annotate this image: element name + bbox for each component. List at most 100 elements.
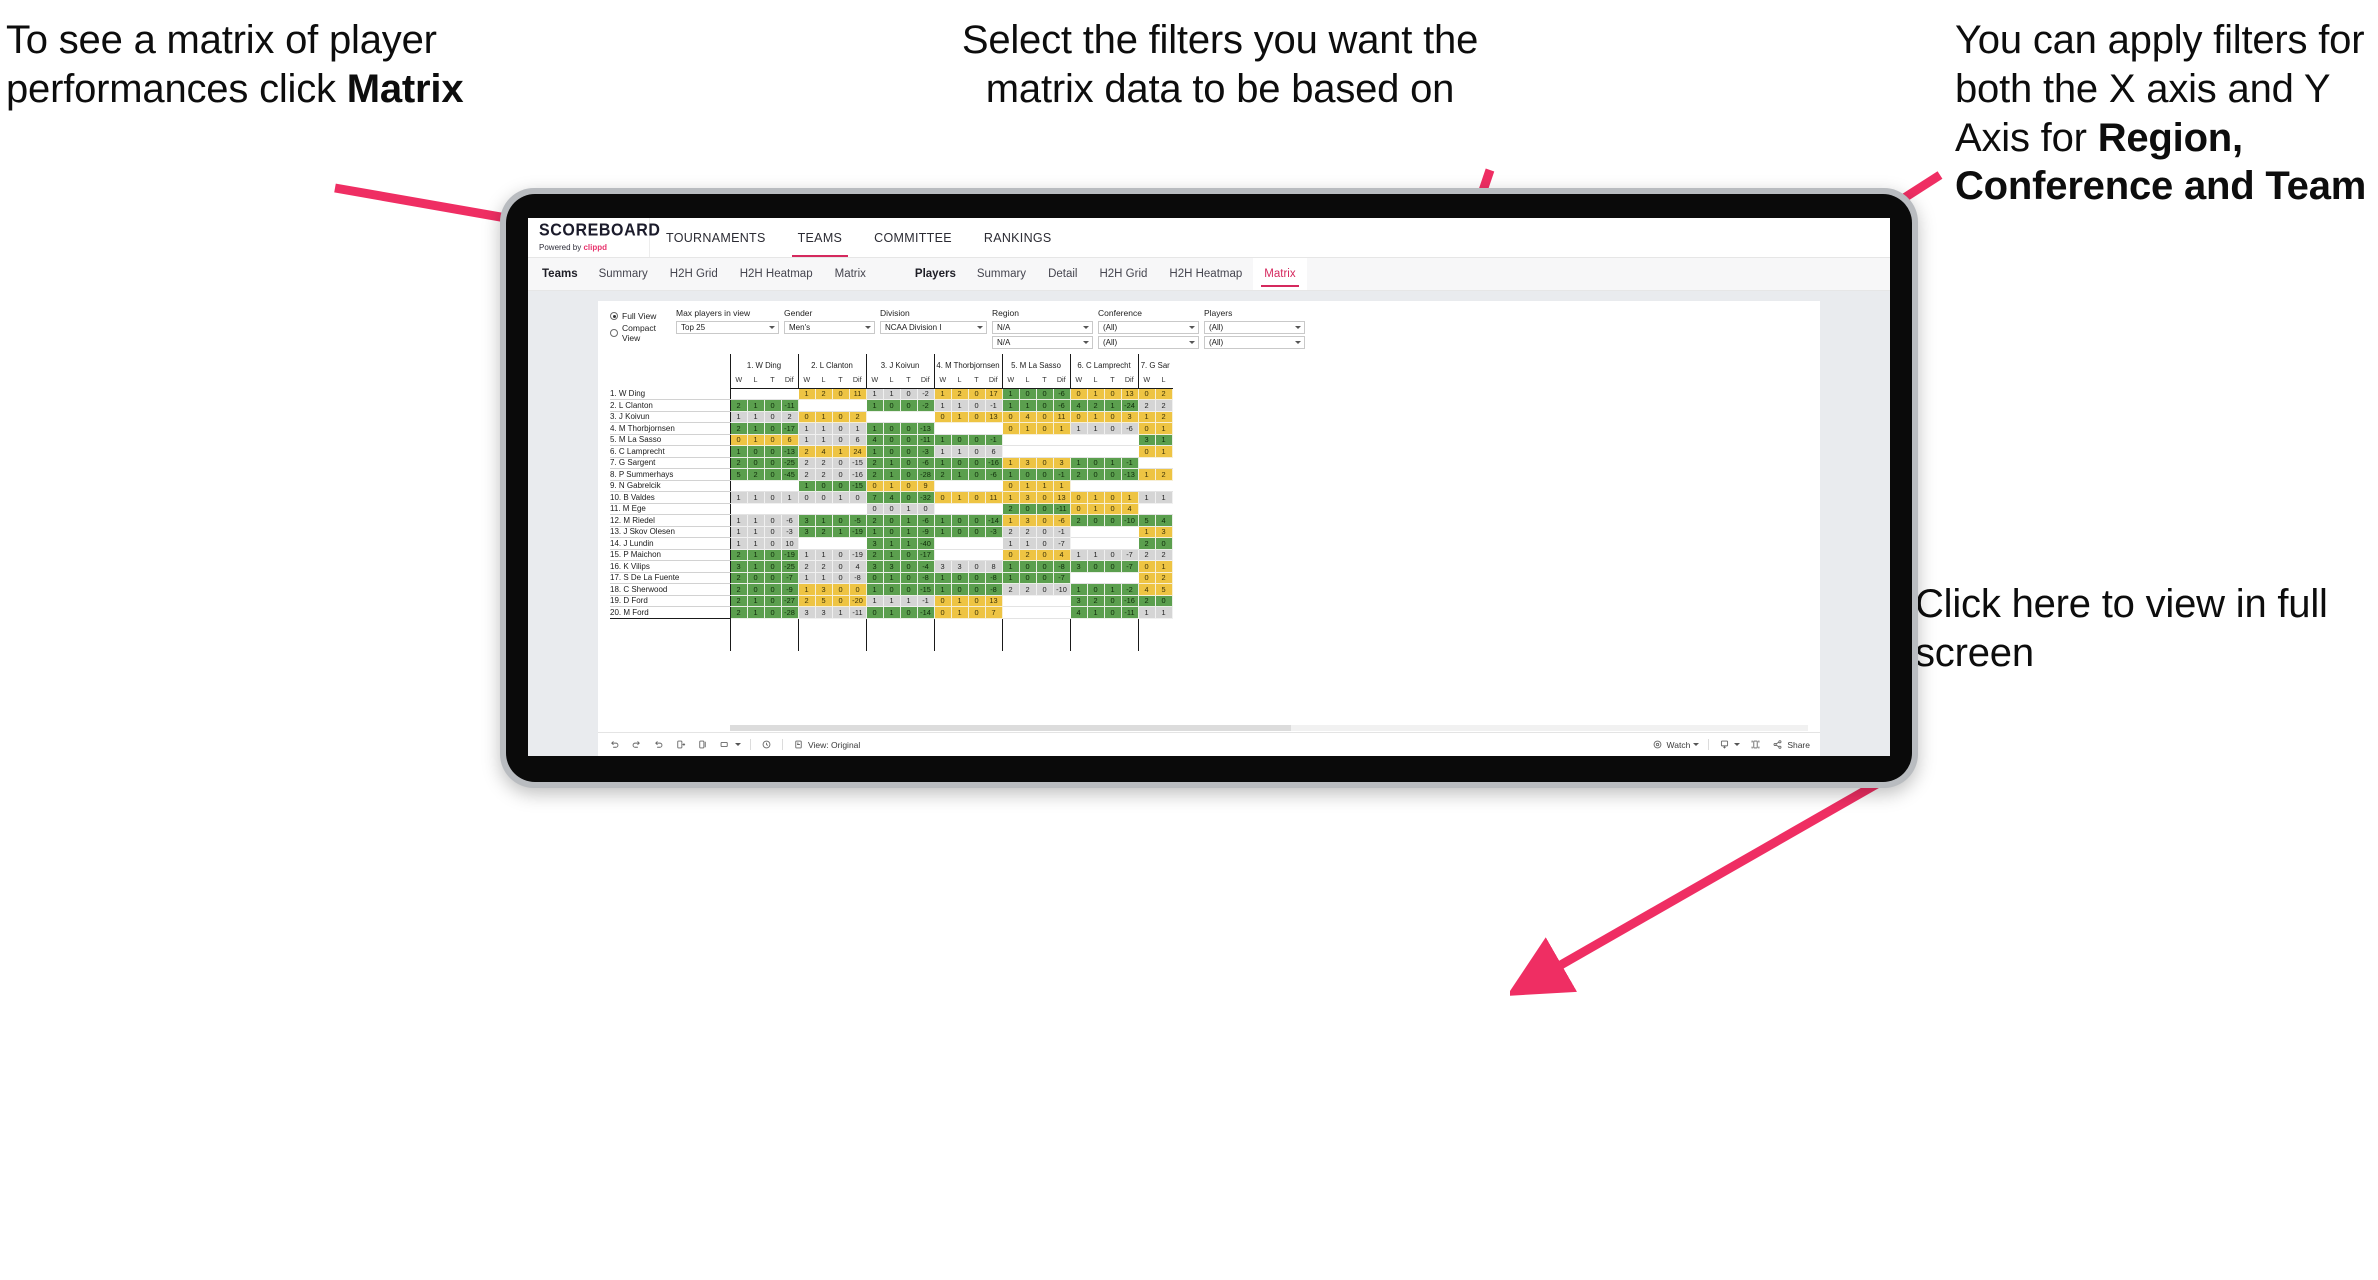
matrix-data-cell[interactable]: 2 — [1019, 549, 1037, 561]
matrix-data-cell[interactable]: 3 — [797, 606, 816, 619]
matrix-data-cell[interactable]: 0 — [747, 572, 765, 584]
matrix-data-cell[interactable]: 0 — [1104, 560, 1122, 573]
table-row[interactable]: 4. M Thorbjornsen 2 1 0 -17 1 1 0 1 1 0 0 -13 0 1 0 1 1 1 0… — [610, 422, 1173, 435]
matrix-data-cell[interactable]: 2 — [1155, 468, 1173, 481]
matrix-data-cell[interactable]: -2 — [917, 399, 935, 412]
matrix-data-cell[interactable] — [1155, 480, 1173, 492]
matrix-data-cell[interactable]: 0 — [1087, 468, 1105, 481]
matrix-data-cell[interactable]: 0 — [1036, 560, 1054, 573]
matrix-data-cell[interactable]: 0 — [883, 583, 901, 596]
matrix-data-cell[interactable]: -6 — [781, 514, 799, 527]
matrix-data-cell[interactable]: -6 — [917, 514, 935, 527]
matrix-row-header[interactable]: 19. D Ford — [610, 595, 731, 607]
tab-players-h2h-heatmap[interactable]: H2H Heatmap — [1158, 258, 1253, 290]
matrix-data-cell[interactable]: 2 — [1155, 572, 1173, 584]
matrix-data-cell[interactable]: 2 — [797, 468, 816, 481]
matrix-data-cell[interactable]: -8 — [985, 583, 1003, 596]
matrix-data-cell[interactable]: 1 — [1137, 411, 1156, 423]
tab-players-matrix[interactable]: Matrix — [1253, 258, 1307, 290]
matrix-data-cell[interactable]: 1 — [1001, 468, 1020, 481]
chevron-down-icon[interactable] — [735, 743, 741, 746]
highlight-icon[interactable] — [718, 738, 731, 751]
matrix-data-cell[interactable]: 1 — [933, 445, 952, 458]
matrix-data-cell[interactable]: -28 — [781, 606, 799, 619]
matrix-data-cell[interactable] — [1087, 480, 1105, 492]
matrix-data-cell[interactable]: 0 — [1036, 422, 1054, 435]
matrix-data-cell[interactable]: 13 — [1121, 388, 1139, 400]
matrix-data-cell[interactable] — [1001, 434, 1020, 446]
matrix-data-cell[interactable]: 1 — [1001, 399, 1020, 412]
matrix-data-cell[interactable]: 1 — [1069, 457, 1088, 469]
brand-logo[interactable]: SCOREBOARD Powered by clippd — [528, 218, 660, 257]
matrix-data-cell[interactable]: 1 — [1155, 422, 1173, 435]
matrix-data-cell[interactable] — [1104, 480, 1122, 492]
matrix-data-cell[interactable]: 4 — [1053, 549, 1071, 561]
matrix-data-cell[interactable] — [849, 399, 867, 412]
matrix-data-cell[interactable] — [933, 503, 952, 515]
matrix-data-cell[interactable]: 1 — [1087, 411, 1105, 423]
matrix-data-cell[interactable]: 11 — [1053, 411, 1071, 423]
matrix-data-cell[interactable]: 3 — [1019, 491, 1037, 504]
matrix-data-cell[interactable]: 1 — [815, 434, 833, 446]
matrix-data-cell[interactable]: 1 — [729, 445, 748, 458]
matrix-data-cell[interactable]: 1 — [1001, 537, 1020, 550]
matrix-data-cell[interactable]: 1 — [933, 434, 952, 446]
matrix-data-cell[interactable] — [1053, 445, 1071, 458]
matrix-data-cell[interactable]: 1 — [815, 572, 833, 584]
matrix-data-cell[interactable]: 0 — [1104, 468, 1122, 481]
matrix-data-cell[interactable] — [1036, 434, 1054, 446]
matrix-data-cell[interactable]: 2 — [1087, 595, 1105, 607]
matrix-data-cell[interactable]: 7 — [865, 491, 884, 504]
select-region-x[interactable]: N/A — [992, 321, 1093, 334]
matrix-data-cell[interactable] — [1087, 445, 1105, 458]
matrix-data-cell[interactable]: 1 — [883, 549, 901, 561]
matrix-data-cell[interactable]: -13 — [781, 445, 799, 458]
matrix-data-cell[interactable]: 0 — [900, 399, 918, 412]
matrix-data-cell[interactable] — [1036, 595, 1054, 607]
matrix-data-cell[interactable]: 0 — [764, 422, 782, 435]
undo-icon[interactable] — [608, 738, 621, 751]
matrix-data-cell[interactable]: 1 — [747, 606, 765, 619]
matrix-data-cell[interactable]: 0 — [951, 526, 969, 538]
matrix-data-cell[interactable]: 0 — [968, 595, 986, 607]
matrix-data-cell[interactable]: -5 — [849, 514, 867, 527]
matrix-data-cell[interactable]: 1 — [951, 491, 969, 504]
matrix-data-cell[interactable] — [1069, 537, 1088, 550]
matrix-data-cell[interactable]: 2 — [865, 457, 884, 469]
matrix-data-cell[interactable]: 0 — [1104, 595, 1122, 607]
matrix-data-cell[interactable]: 1 — [797, 480, 816, 492]
matrix-data-cell[interactable]: 0 — [900, 560, 918, 573]
main-nav-rankings[interactable]: RANKINGS — [968, 218, 1068, 257]
matrix-data-cell[interactable]: 1 — [883, 537, 901, 550]
matrix-row-header[interactable]: 10. B Valdes — [610, 491, 731, 504]
matrix-data-cell[interactable]: 1 — [933, 399, 952, 412]
matrix-data-cell[interactable]: 1 — [747, 411, 765, 423]
matrix-data-cell[interactable]: 0 — [764, 514, 782, 527]
matrix-data-cell[interactable]: 0 — [1069, 491, 1088, 504]
matrix-data-cell[interactable] — [849, 503, 867, 515]
matrix-data-cell[interactable]: 1 — [900, 514, 918, 527]
matrix-data-cell[interactable]: 4 — [1019, 411, 1037, 423]
matrix-data-cell[interactable]: 1 — [1001, 572, 1020, 584]
matrix-data-cell[interactable]: 0 — [1036, 514, 1054, 527]
matrix-data-cell[interactable]: -25 — [781, 560, 799, 573]
matrix-data-cell[interactable] — [1155, 503, 1173, 515]
matrix-data-cell[interactable] — [1121, 537, 1139, 550]
matrix-row-header[interactable]: 5. M La Sasso — [610, 434, 731, 446]
table-row[interactable]: 7. G Sargent 2 0 0 -25 2 2 0 -15 2 1 0 -6 1 0 0 -16 1 3 0 3 1… — [610, 457, 1173, 469]
matrix-data-cell[interactable]: 0 — [968, 411, 986, 423]
matrix-data-cell[interactable]: 0 — [1137, 388, 1156, 400]
matrix-data-cell[interactable]: 1 — [747, 399, 765, 412]
matrix-data-cell[interactable]: 2 — [1155, 411, 1173, 423]
matrix-column-header[interactable]: 7. G Sar — [1137, 354, 1172, 370]
matrix-data-cell[interactable]: 13 — [985, 411, 1003, 423]
table-row[interactable]: 20. M Ford 2 1 0 -28 3 3 1 -11 0 1 0 -14 0 1 0 7 4 1 0 -11 1 1 — [610, 606, 1173, 619]
matrix-data-cell[interactable]: 0 — [832, 422, 850, 435]
matrix-data-cell[interactable]: 0 — [900, 491, 918, 504]
matrix-data-cell[interactable]: 4 — [1069, 606, 1088, 619]
matrix-data-cell[interactable]: -7 — [1053, 537, 1071, 550]
matrix-data-cell[interactable]: 1 — [815, 514, 833, 527]
matrix-data-cell[interactable]: 0 — [883, 445, 901, 458]
matrix-data-cell[interactable]: -17 — [917, 549, 935, 561]
matrix-data-cell[interactable]: 1 — [933, 388, 952, 400]
